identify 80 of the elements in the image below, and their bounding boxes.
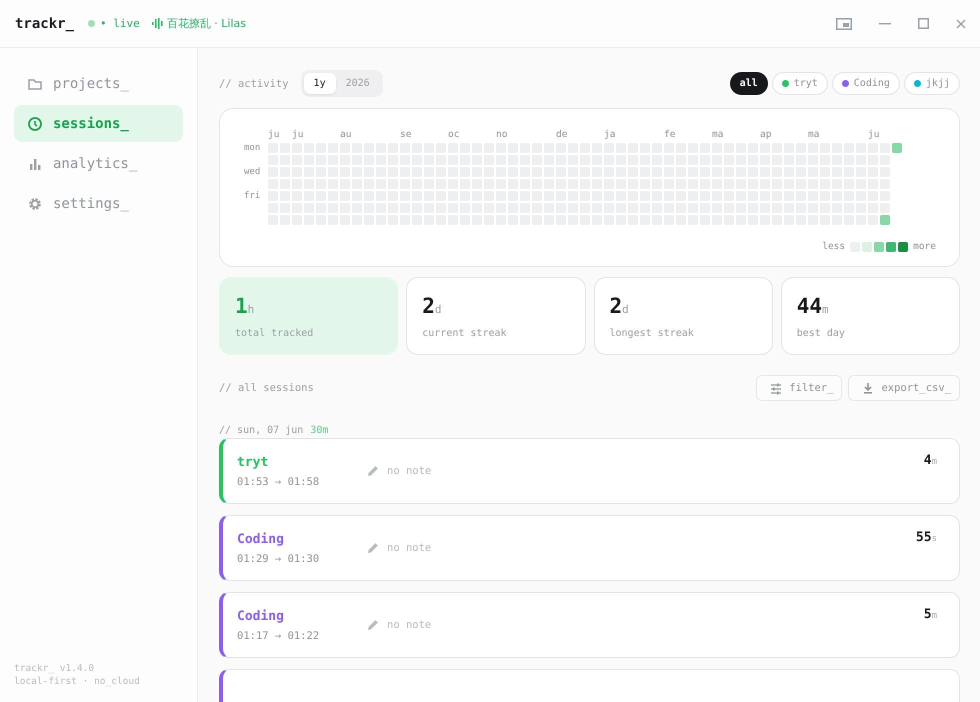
session-card[interactable]: Coding 01:29 → 01:30 no note 55s xyxy=(219,515,960,581)
filter-chip[interactable]: jkjj xyxy=(904,72,960,95)
duration: 4m xyxy=(924,453,937,468)
audio-wave-icon xyxy=(152,18,163,29)
stat-label: longest streak xyxy=(610,328,695,339)
version-text: local-first · no_cloud xyxy=(14,675,141,688)
month-label: no xyxy=(496,129,508,141)
clock-icon xyxy=(27,116,43,132)
month-label: oc xyxy=(448,129,460,141)
pencil-icon xyxy=(367,465,379,477)
legend-swatch xyxy=(874,242,884,252)
time-range: 01:29 → 01:30 xyxy=(237,552,320,564)
stat-value: 2d xyxy=(610,294,630,318)
section-label: // activity xyxy=(219,78,289,90)
note-text: no note xyxy=(387,542,432,554)
app-logo: trackr_ xyxy=(15,16,74,32)
version-text: trackr_ v1.4.0 xyxy=(14,662,96,675)
session-card[interactable]: tryt 01:53 → 01:58 no note 4m xyxy=(219,438,960,504)
date-label: // sun, 07 jun xyxy=(219,424,304,436)
stat-value: 1h xyxy=(235,294,256,318)
month-label: ja xyxy=(604,129,616,141)
note-text: no note xyxy=(387,465,432,477)
note-text: no note xyxy=(387,619,432,631)
heatmap-cell xyxy=(880,215,890,225)
legend-swatch xyxy=(898,242,908,252)
minimize-icon[interactable] xyxy=(879,22,891,24)
month-label: ju xyxy=(868,129,880,141)
project-name: Coding xyxy=(237,608,285,624)
weekday-label: mon xyxy=(244,143,262,153)
month-label: au xyxy=(340,129,352,141)
settings-icon xyxy=(27,196,43,212)
pencil-icon xyxy=(367,619,379,631)
stat-label: current streak xyxy=(422,328,508,339)
maximize-icon[interactable] xyxy=(918,18,929,29)
month-label: de xyxy=(556,129,568,141)
weekday-label: fri xyxy=(244,191,262,201)
sidebar-item[interactable]: settings_ xyxy=(14,185,183,222)
live-status: • live xyxy=(100,17,140,30)
filter-chip[interactable]: all xyxy=(730,72,768,95)
month-label: ma xyxy=(808,129,820,141)
time-range: 01:53 → 01:58 xyxy=(237,476,320,488)
duration: 5m xyxy=(924,607,937,622)
stat-value: 2d xyxy=(422,294,443,318)
legend-swatch xyxy=(850,242,860,252)
month-label: ap xyxy=(760,129,772,141)
picture-in-picture-icon[interactable] xyxy=(836,18,852,30)
legend-label: less xyxy=(822,241,846,252)
sidebar-item[interactable]: projects_ xyxy=(14,65,183,102)
range-tab[interactable]: 2026 xyxy=(336,73,380,94)
weekday-label: wed xyxy=(244,167,262,177)
legend-swatch xyxy=(886,242,896,252)
now-playing: 百花撩乱 · Lilas xyxy=(166,16,246,31)
sidebar-item[interactable]: analytics_ xyxy=(14,145,183,182)
month-label: ju xyxy=(292,129,304,141)
project-name: Coding xyxy=(237,532,285,546)
duration: 55s xyxy=(916,530,937,545)
time-range: 01:17 → 01:22 xyxy=(237,630,320,642)
sidebar-item[interactable]: sessions_ xyxy=(14,105,183,142)
heatmap-cell xyxy=(892,143,902,153)
stat-label: total tracked xyxy=(235,328,314,339)
stat-value: 44m xyxy=(796,294,830,318)
session-card[interactable]: Coding 01:17 → 01:22 no note 5m xyxy=(219,592,960,658)
export-button[interactable]: export_csv_ xyxy=(848,375,960,401)
month-label: ju xyxy=(268,129,280,141)
sliders-icon xyxy=(769,381,784,395)
section-label: // all sessions xyxy=(219,382,314,394)
month-label: fe xyxy=(664,129,676,141)
day-total: 30m xyxy=(310,424,328,436)
legend-label: more xyxy=(913,241,936,252)
close-icon[interactable] xyxy=(956,18,966,28)
stat-label: best day xyxy=(796,328,846,339)
filter-chip[interactable]: tryt xyxy=(772,72,828,95)
pencil-icon xyxy=(367,542,379,554)
legend-swatch xyxy=(862,242,872,252)
range-tab[interactable]: 1y xyxy=(304,73,336,94)
project-name: tryt xyxy=(237,454,270,470)
month-label: ma xyxy=(712,129,724,141)
filter-button[interactable]: filter_ xyxy=(756,375,842,401)
month-label: se xyxy=(400,129,412,141)
filter-chip[interactable]: Coding xyxy=(832,72,900,95)
